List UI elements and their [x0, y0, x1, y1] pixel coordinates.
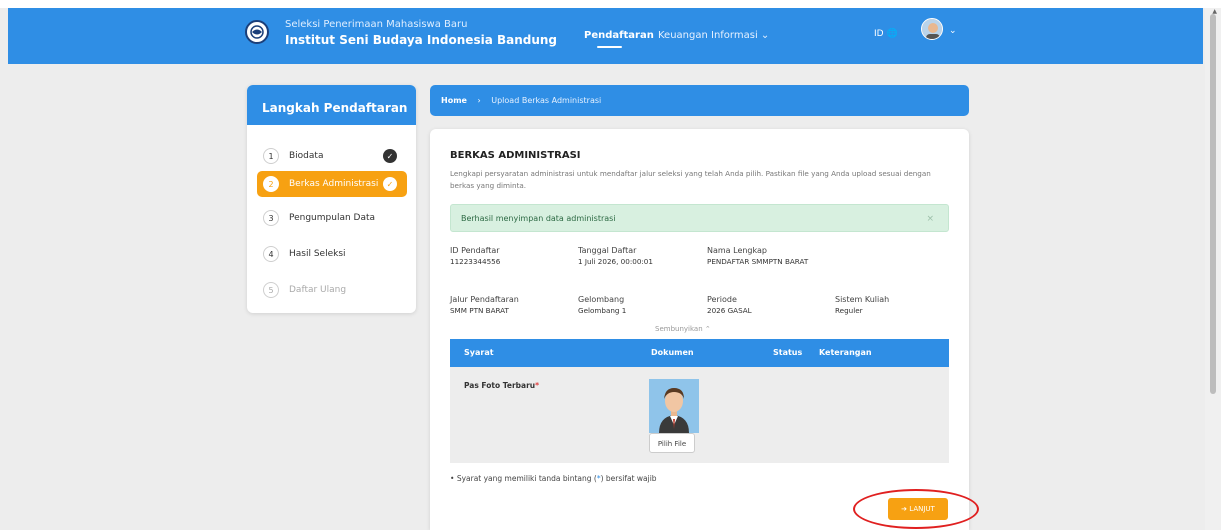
info-value: Reguler: [835, 306, 863, 315]
info-value: Gelombang 1: [578, 306, 627, 315]
hide-details-toggle[interactable]: Sembunyikan ⌃: [655, 325, 711, 333]
col-status: Status: [773, 348, 803, 357]
info-label: Sistem Kuliah: [835, 295, 890, 304]
scrollbar-thumb[interactable]: [1210, 14, 1216, 394]
info-nama-lengkap: Nama Lengkap PENDAFTAR SMMPTN BARAT: [707, 245, 808, 267]
window-edge: [0, 0, 1221, 8]
info-label: Nama Lengkap: [707, 246, 767, 255]
administration-card: BERKAS ADMINISTRASI Lengkapi persyaratan…: [430, 129, 969, 530]
info-value: 11223344556: [450, 257, 501, 266]
step-label: Berkas Administrasi: [289, 179, 379, 189]
step-pengumpulan-data[interactable]: 3 Pengumpulan Data: [257, 205, 407, 231]
step-hasil-seleksi[interactable]: 4 Hasil Seleksi: [257, 241, 407, 267]
table-row: Pas Foto Terbaru* Pilih File: [450, 367, 949, 463]
step-number: 2: [263, 176, 279, 192]
user-avatar[interactable]: [921, 18, 943, 40]
info-periode: Periode 2026 GASAL: [707, 294, 752, 316]
language-switcher[interactable]: ID 🌐: [874, 29, 898, 39]
required-note: • Syarat yang memiliki tanda bintang (*)…: [450, 474, 657, 483]
info-label: Gelombang: [578, 295, 625, 304]
step-number: 1: [263, 148, 279, 164]
globe-icon: 🌐: [886, 29, 898, 39]
photo-preview: [649, 379, 699, 433]
language-code: ID: [874, 29, 884, 39]
note-prefix: Syarat yang memiliki tanda bintang (: [456, 474, 597, 483]
step-daftar-ulang: 5 Daftar Ulang: [257, 277, 407, 303]
registration-steps-card: Langkah Pendaftaran 1 Biodata ✓ 2 Berkas…: [247, 85, 416, 313]
close-icon[interactable]: ×: [926, 214, 934, 224]
info-value: 1 Juli 2026, 00:00:01: [578, 257, 653, 266]
step-number: 5: [263, 282, 279, 298]
step-label: Pengumpulan Data: [289, 213, 376, 223]
nav-pendaftaran[interactable]: Pendaftaran: [584, 30, 654, 41]
info-jalur-pendaftaran: Jalur Pendaftaran SMM PTN BARAT: [450, 294, 519, 316]
chevron-down-icon[interactable]: ⌄: [949, 26, 957, 36]
requirement-name: Pas Foto Terbaru*: [464, 381, 539, 390]
info-label: Jalur Pendaftaran: [450, 295, 519, 304]
page-description: Lengkapi persyaratan administrasi untuk …: [450, 169, 931, 190]
info-label: Tanggal Daftar: [578, 246, 637, 255]
alert-message: Berhasil menyimpan data administrasi: [461, 214, 616, 223]
pick-file-button[interactable]: Pilih File: [649, 433, 695, 453]
step-label: Hasil Seleksi: [289, 249, 346, 259]
step-label: Biodata: [289, 151, 324, 161]
required-mark: *: [535, 381, 540, 390]
chevron-right-icon: ›: [477, 96, 481, 105]
breadcrumb: Home › Upload Berkas Administrasi: [430, 85, 969, 116]
breadcrumb-current: Upload Berkas Administrasi: [491, 96, 602, 105]
info-label: Periode: [707, 295, 737, 304]
steps-title: Langkah Pendaftaran: [247, 85, 416, 125]
breadcrumb-home[interactable]: Home: [441, 96, 467, 105]
col-keterangan: Keterangan: [819, 348, 872, 357]
info-value: SMM PTN BARAT: [450, 306, 509, 315]
col-dokumen: Dokumen: [651, 348, 694, 357]
info-value: 2026 GASAL: [707, 306, 752, 315]
check-icon: ✓: [383, 149, 397, 163]
step-berkas-administrasi[interactable]: 2 Berkas Administrasi ✓: [257, 171, 407, 197]
requirements-table-header: Syarat Dokumen Status Keterangan: [450, 339, 949, 367]
brand-title[interactable]: Institut Seni Budaya Indonesia Bandung: [285, 33, 557, 47]
nav-active-indicator: [597, 46, 622, 48]
info-id-pendaftar: ID Pendaftar 11223344556: [450, 245, 500, 267]
info-tanggal-daftar: Tanggal Daftar 1 Juli 2026, 00:00:01: [578, 245, 653, 267]
check-icon: ✓: [383, 177, 397, 191]
step-number: 4: [263, 246, 279, 262]
page-title: BERKAS ADMINISTRASI: [450, 150, 581, 161]
success-alert: Berhasil menyimpan data administrasi ×: [450, 204, 949, 232]
info-value: PENDAFTAR SMMPTN BARAT: [707, 257, 809, 266]
step-label: Daftar Ulang: [289, 285, 347, 295]
info-gelombang: Gelombang Gelombang 1: [578, 294, 626, 316]
requirement-label: Pas Foto Terbaru: [464, 381, 536, 390]
step-number: 3: [263, 210, 279, 226]
info-sistem-kuliah: Sistem Kuliah Reguler: [835, 294, 889, 316]
highlight-annotation: [853, 489, 979, 529]
brand-subtitle: Seleksi Penerimaan Mahasiswa Baru: [285, 19, 468, 30]
note-suffix: ) bersifat wajib: [600, 474, 657, 483]
step-biodata[interactable]: 1 Biodata ✓: [257, 143, 407, 169]
institution-logo-icon[interactable]: [245, 20, 269, 44]
col-syarat: Syarat: [464, 348, 494, 357]
info-label: ID Pendaftar: [450, 246, 500, 255]
nav-informasi[interactable]: Informasi ⌄: [711, 30, 769, 41]
nav-keuangan[interactable]: Keuangan: [658, 30, 708, 41]
